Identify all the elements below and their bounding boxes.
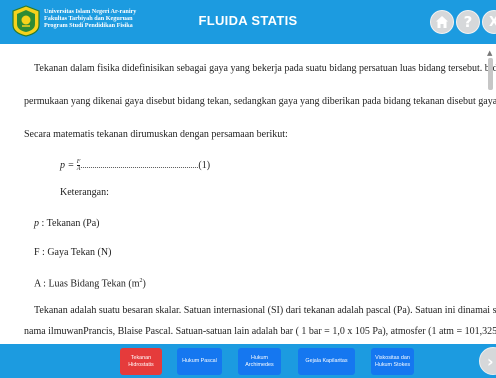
next-button[interactable]: ›	[479, 347, 496, 375]
definition-f: F : Gaya Tekan (N)	[34, 247, 112, 258]
paragraph-2-line-2: nama ilmuwanPrancis, Blaise Pascal. Satu…	[24, 326, 496, 337]
nav-label: Tekanan Hidrostatis	[128, 355, 153, 368]
bottom-nav: Tekanan Hidrostatis Hukum Pascal Hukum A…	[0, 344, 496, 378]
nav-label: Gejala Kapilaritas	[305, 358, 348, 365]
a-close: )	[142, 278, 146, 290]
nav-label-line-2: Archimedes	[245, 361, 274, 368]
formula-dots: ........................................…	[80, 160, 199, 170]
nav-hukum-archimedes[interactable]: Hukum Archimedes	[238, 348, 281, 375]
p-text: : Tekanan (Pa)	[39, 218, 100, 229]
keterangan-label: Keterangan:	[60, 187, 109, 198]
scrollbar-thumb[interactable]	[488, 58, 493, 90]
nav-label-line-1: Viskositas dan	[375, 355, 410, 361]
close-button[interactable]: X	[482, 10, 496, 34]
nav-label: Hukum Pascal	[182, 358, 217, 365]
nav-label-line-1: Tekanan	[130, 355, 152, 361]
scroll-up-icon[interactable]: ▲	[487, 49, 492, 57]
paragraph-1-line-1: Tekanan dalam fisika didefinisikan sebag…	[34, 63, 496, 74]
formula-lhs: p =	[60, 159, 75, 171]
nav-label-line-2: Hidrostatis	[128, 361, 154, 368]
nav-gejala-kapilaritas[interactable]: Gejala Kapilaritas	[298, 348, 355, 375]
app-header: Universitas Islam Negeri Ar-raniry Fakul…	[0, 0, 496, 44]
definition-p: p : Tekanan (Pa)	[34, 218, 99, 229]
help-icon: ?	[463, 13, 473, 31]
close-icon: X	[488, 14, 496, 30]
page-title: FLUIDA STATIS	[198, 13, 298, 28]
paragraph-1-line-2: permukaan yang dikenai gaya disebut bida…	[24, 96, 496, 107]
pressure-formula: p = F A ................................…	[60, 159, 210, 172]
help-button[interactable]: ?	[456, 10, 480, 34]
chevron-right-icon: ›	[487, 351, 494, 371]
nav-hukum-pascal[interactable]: Hukum Pascal	[177, 348, 222, 375]
nav-label: Viskositas dan Hukum Stokes	[375, 355, 410, 368]
home-button[interactable]	[430, 10, 454, 34]
equation-number: (1)	[198, 159, 211, 171]
content-area: Tekanan dalam fisika didefinisikan sebag…	[0, 44, 496, 344]
definition-a: A : Luas Bidang Tekan (m2)	[34, 276, 146, 289]
nav-label: Hukum Archimedes	[245, 355, 273, 368]
paragraph-1-line-3: Secara matematis tekanan dirumuskan deng…	[24, 129, 288, 140]
nav-label-line-2: Hukum Stokes	[374, 361, 411, 368]
paragraph-2-line-1: Tekanan adalah suatu besaran skalar. Sat…	[34, 305, 496, 316]
nav-viskositas-stokes[interactable]: Viskositas dan Hukum Stokes	[371, 348, 414, 375]
nav-tekanan-hidrostatis[interactable]: Tekanan Hidrostatis	[120, 348, 162, 375]
a-text: A : Luas Bidang Tekan (m	[34, 278, 140, 290]
home-icon	[436, 16, 448, 28]
